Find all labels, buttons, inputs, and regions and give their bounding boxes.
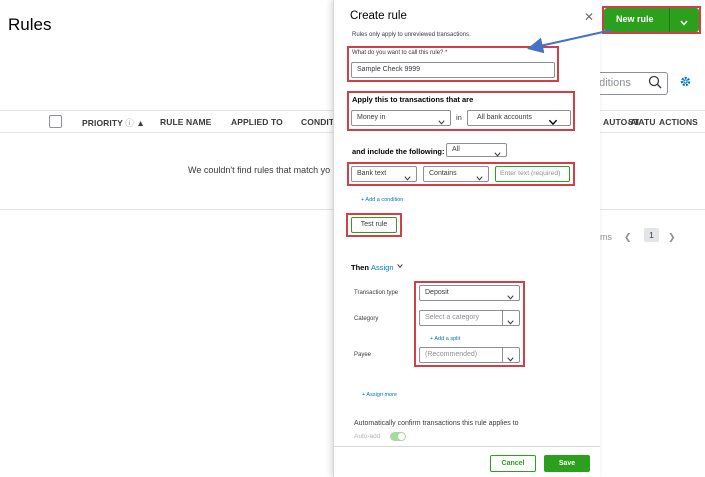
annotation-arrow (527, 29, 613, 54)
